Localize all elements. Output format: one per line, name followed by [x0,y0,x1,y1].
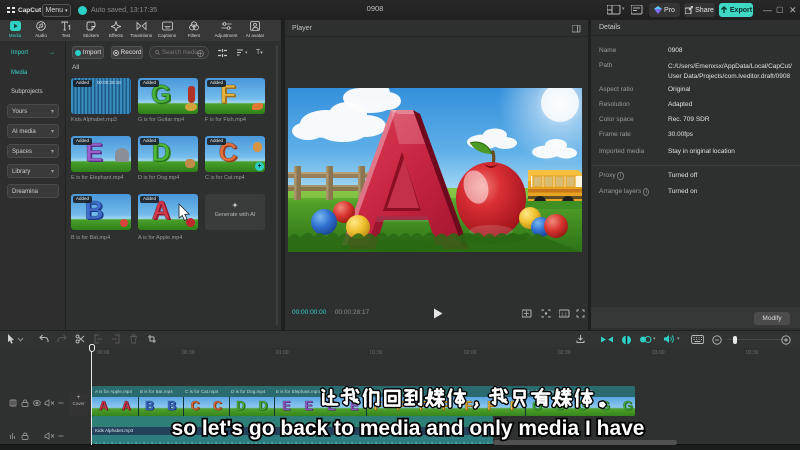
svg-text:so let's go back to media and: so let's go back to media and only media… [172,417,645,440]
svg-text:1:1: 1:1 [561,312,568,317]
